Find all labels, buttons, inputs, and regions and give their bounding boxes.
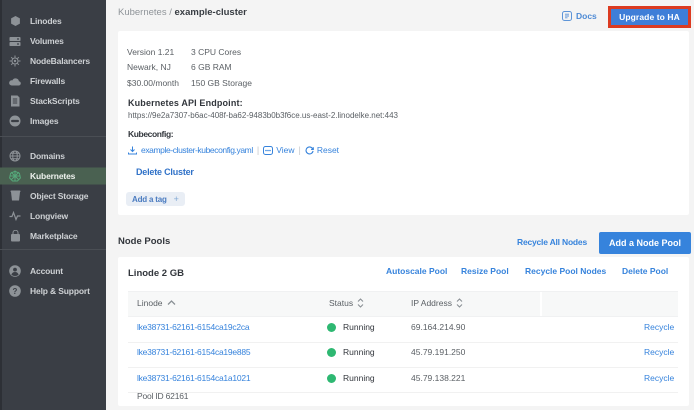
svg-text:?: ? bbox=[13, 286, 18, 295]
